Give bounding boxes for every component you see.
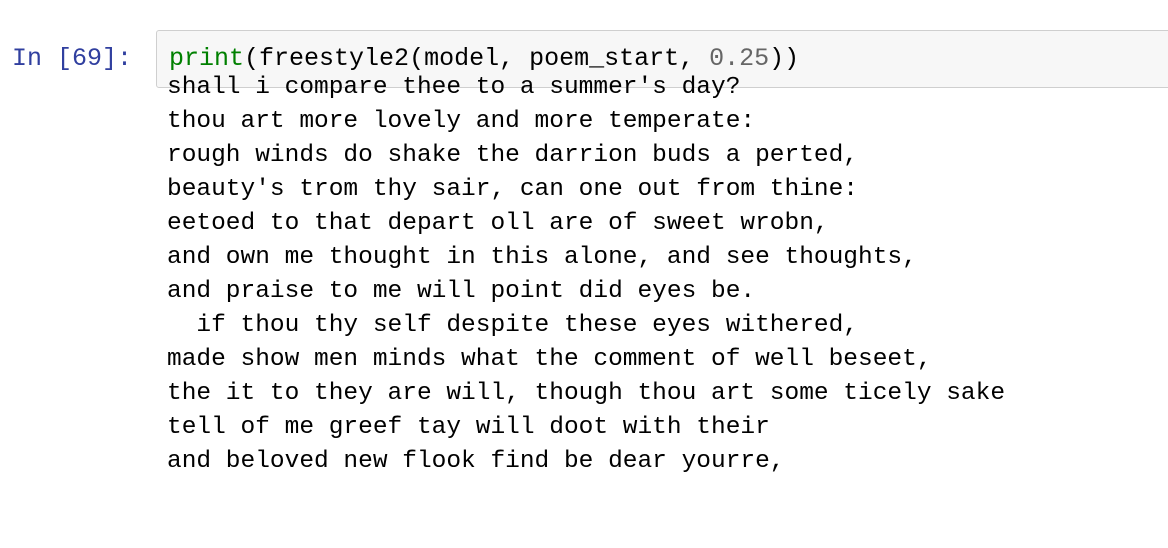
output-line: made show men minds what the comment of … bbox=[167, 346, 932, 373]
code-paren-open: ( bbox=[244, 44, 260, 73]
output-line: rough winds do shake the darrion buds a … bbox=[167, 142, 859, 169]
code-line: print(freestyle2(model, poem_start, 0.25… bbox=[169, 44, 799, 74]
output-line: and beloved new flook find be dear yourr… bbox=[167, 448, 785, 475]
input-prompt: In [69]: bbox=[12, 44, 133, 73]
output-line: beauty's trom thy sair, can one out from… bbox=[167, 176, 859, 203]
output-line: the it to they are will, though thou art… bbox=[167, 380, 1006, 407]
code-builtin-print: print bbox=[169, 44, 245, 73]
output-line: eetoed to that depart oll are of sweet w… bbox=[167, 210, 829, 237]
output-line: and own me thought in this alone, and se… bbox=[167, 244, 917, 271]
code-arguments: model, poem_start, bbox=[424, 44, 710, 73]
code-function-call: freestyle2 bbox=[259, 44, 410, 73]
output-line: thou art more lovely and more temperate: bbox=[167, 108, 756, 135]
output-line: shall i compare thee to a summer's day? bbox=[167, 74, 741, 101]
output-line: tell of me greef tay will doot with thei… bbox=[167, 414, 770, 441]
code-paren-open-inner: ( bbox=[409, 44, 425, 73]
cell-output: shall i compare thee to a summer's day? … bbox=[167, 71, 1005, 479]
code-paren-close: )) bbox=[769, 44, 800, 73]
output-line: if thou thy self despite these eyes with… bbox=[167, 312, 859, 339]
output-line: and praise to me will point did eyes be. bbox=[167, 278, 756, 305]
code-number-literal: 0.25 bbox=[709, 44, 770, 73]
